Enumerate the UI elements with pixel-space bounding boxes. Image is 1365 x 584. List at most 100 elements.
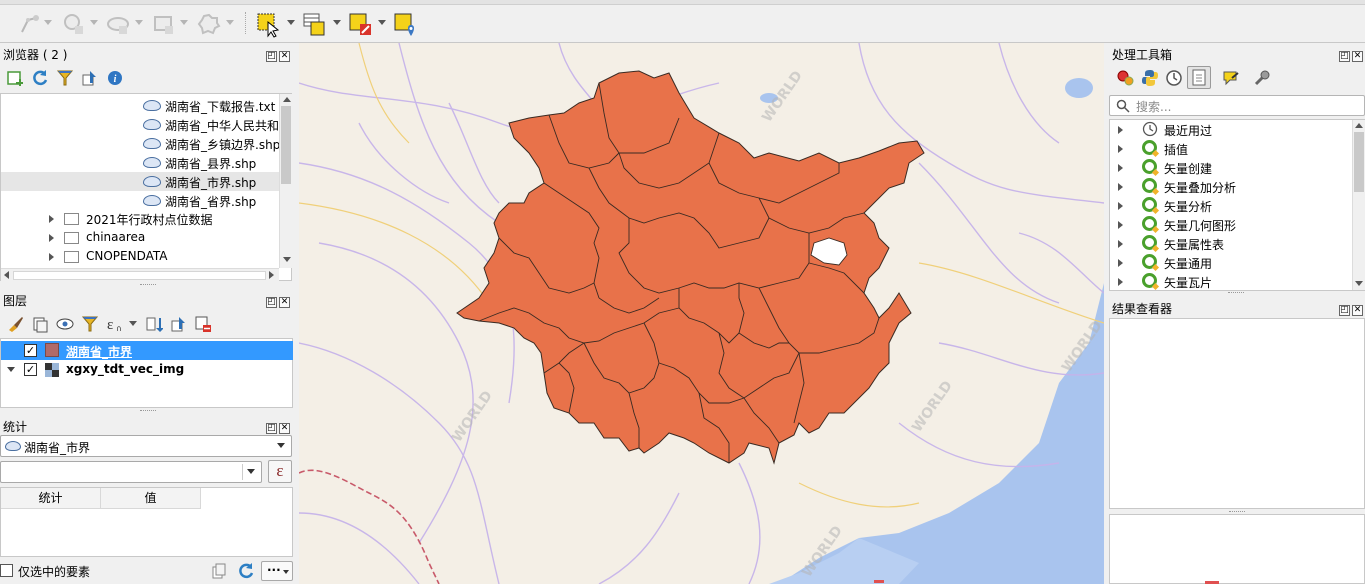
browser-item[interactable]: 湖南省_县界.shp <box>1 153 279 172</box>
remove-layer-icon[interactable] <box>194 315 212 333</box>
processing-group[interactable]: 矢量通用 <box>1118 253 1348 272</box>
refresh-icon[interactable] <box>237 562 255 583</box>
scroll-down-icon[interactable] <box>1355 281 1363 286</box>
expand-arrow-icon[interactable] <box>1118 221 1123 229</box>
processing-group[interactable]: 插值 <box>1118 139 1348 158</box>
results-viewer-toggle-icon[interactable] <box>1187 66 1211 89</box>
eye-icon[interactable] <box>56 315 74 333</box>
copy-icon[interactable] <box>211 563 227 582</box>
scroll-left-icon[interactable] <box>4 271 9 279</box>
gear-dropdown-icon[interactable] <box>226 20 234 25</box>
expand-arrow-icon[interactable] <box>49 215 54 223</box>
close-icon[interactable]: ✕ <box>279 51 290 62</box>
scroll-up-icon[interactable] <box>283 97 291 102</box>
processing-group[interactable]: 矢量创建 <box>1118 158 1348 177</box>
close-icon[interactable]: ✕ <box>1352 305 1363 316</box>
field-select[interactable] <box>0 461 262 483</box>
processing-scrollbar[interactable] <box>1352 120 1365 290</box>
scroll-thumb[interactable] <box>281 106 291 184</box>
layer-row[interactable]: ✓ xgxy_tdt_vec_img <box>1 360 293 379</box>
expand-arrow-icon[interactable] <box>1118 240 1123 248</box>
add-layer-icon[interactable] <box>6 69 24 87</box>
models-gear-icon[interactable] <box>1116 69 1134 87</box>
scroll-down-icon[interactable] <box>283 257 291 262</box>
info-icon[interactable]: i <box>106 69 124 87</box>
column-header-value[interactable]: 值 <box>101 488 201 509</box>
collapse-arrow-icon[interactable] <box>7 367 15 372</box>
filter-icon[interactable] <box>56 69 74 87</box>
float-icon[interactable]: ◰ <box>266 51 277 62</box>
expand-arrow-icon[interactable] <box>1118 164 1123 172</box>
expand-arrow-icon[interactable] <box>1118 202 1123 210</box>
deselect-icon[interactable] <box>348 12 372 36</box>
expand-arrow-icon[interactable] <box>1118 183 1123 191</box>
collapse-icon[interactable] <box>170 315 188 333</box>
expression-dropdown-icon[interactable] <box>129 321 137 326</box>
scroll-thumb[interactable] <box>1354 132 1364 192</box>
browser-folder[interactable]: CNOPENDATA <box>1 247 279 266</box>
float-icon[interactable]: ◰ <box>1339 305 1350 316</box>
select-features-dropdown-icon[interactable] <box>287 20 295 25</box>
expand-arrow-icon[interactable] <box>49 253 54 261</box>
splitter-grip[interactable] <box>140 410 156 413</box>
browser-folder[interactable]: chinaarea <box>1 228 279 247</box>
browser-item[interactable]: 湖南省_下载报告.txt <box>1 96 279 115</box>
refresh-icon[interactable] <box>31 69 49 87</box>
browser-item[interactable]: 湖南省_省界.shp <box>1 191 279 210</box>
history-clock-icon[interactable] <box>1165 69 1183 87</box>
layer-row-selected[interactable]: ✓ 湖南省_市界 <box>1 341 293 360</box>
scroll-up-icon[interactable] <box>1355 123 1363 128</box>
float-icon[interactable]: ◰ <box>1339 51 1350 62</box>
expand-arrow-icon[interactable] <box>1118 278 1123 286</box>
map-svg[interactable]: WORLD WORLD WORLD WORLD WORLD <box>299 43 1104 584</box>
deselect-dropdown-icon[interactable] <box>378 20 386 25</box>
expand-arrow-icon[interactable] <box>1118 259 1123 267</box>
select-circle-icon[interactable] <box>62 12 86 36</box>
table-icon[interactable] <box>152 12 176 36</box>
float-icon[interactable]: ◰ <box>266 423 277 434</box>
select-by-attribute-dropdown-icon[interactable] <box>333 20 341 25</box>
processing-search-input[interactable]: 搜索... <box>1109 95 1365 116</box>
browser-item[interactable]: 湖南省_乡镇边界.shp <box>1 134 280 153</box>
layer-visibility-checkbox[interactable]: ✓ <box>24 363 37 376</box>
processing-group-recent[interactable]: 最近用过 <box>1118 120 1348 139</box>
processing-group[interactable]: 矢量属性表 <box>1118 234 1348 253</box>
options-wrench-icon[interactable] <box>1253 69 1271 87</box>
style-brush-icon[interactable] <box>6 315 24 333</box>
gear-icon[interactable] <box>197 12 221 36</box>
select-by-attribute-icon[interactable] <box>302 12 326 36</box>
close-icon[interactable]: ✕ <box>1352 51 1363 62</box>
add-group-icon[interactable] <box>31 315 49 333</box>
select-circle-dropdown-icon[interactable] <box>90 20 98 25</box>
processing-group[interactable]: 矢量几何图形 <box>1118 215 1348 234</box>
collapse-icon[interactable] <box>81 69 99 87</box>
expand-icon[interactable] <box>145 315 164 333</box>
digitize-dropdown-icon[interactable] <box>44 20 52 25</box>
hunan-province-polygon[interactable] <box>456 70 925 465</box>
browser-scrollbar-vertical[interactable] <box>279 94 292 268</box>
layer-select[interactable]: 湖南省_市界 <box>0 435 292 457</box>
expand-arrow-icon[interactable] <box>1118 126 1123 134</box>
close-icon[interactable]: ✕ <box>279 297 290 308</box>
layer-symbol-swatch[interactable] <box>45 343 59 357</box>
identify-cloud-icon[interactable] <box>106 12 130 36</box>
expression-icon[interactable]: ε ∩ <box>105 315 123 333</box>
edit-features-in-place-icon[interactable] <box>1222 69 1240 87</box>
selected-only-checkbox[interactable] <box>0 564 13 577</box>
scroll-thumb[interactable] <box>13 271 266 280</box>
browser-item-selected[interactable]: 湖南省_市界.shp <box>1 172 279 191</box>
expression-button[interactable]: ε <box>268 460 292 483</box>
scroll-right-icon[interactable] <box>269 271 274 279</box>
processing-group[interactable]: 矢量分析 <box>1118 196 1348 215</box>
float-icon[interactable]: ◰ <box>266 297 277 308</box>
browser-item[interactable]: 湖南省_中华人民共和 <box>1 115 279 134</box>
select-features-icon[interactable] <box>256 12 280 38</box>
select-location-icon[interactable] <box>393 12 417 36</box>
expand-arrow-icon[interactable] <box>49 234 54 242</box>
filter-icon[interactable] <box>81 315 99 333</box>
processing-group[interactable]: 矢量瓦片 <box>1118 272 1348 291</box>
layer-visibility-checkbox[interactable]: ✓ <box>24 344 37 357</box>
digitize-edit-icon[interactable] <box>18 12 42 36</box>
table-dropdown-icon[interactable] <box>180 20 188 25</box>
browser-scrollbar-horizontal[interactable] <box>1 268 279 281</box>
